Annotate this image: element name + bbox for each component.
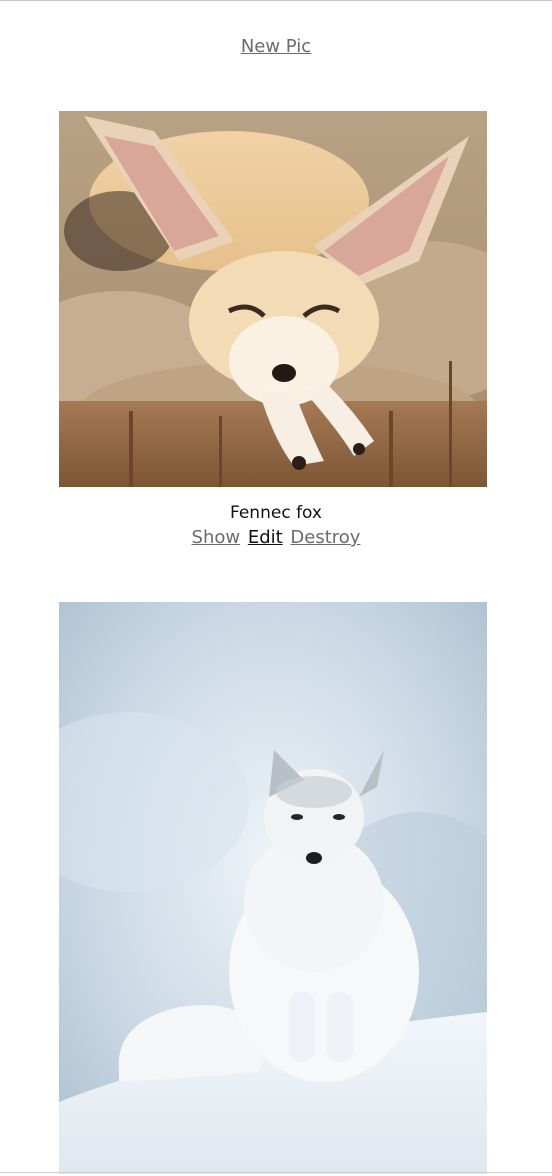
pics-index-page: New Pic Fennec fox Show Edit Destroy	[0, 0, 552, 1176]
bottom-divider	[0, 1172, 552, 1173]
arctic-fox-illustration	[59, 602, 487, 1174]
new-pic-link[interactable]: New Pic	[241, 36, 311, 57]
pic-image-fennec-fox	[59, 111, 487, 487]
pic-actions: Show Edit Destroy	[0, 527, 552, 548]
destroy-link[interactable]: Destroy	[290, 527, 360, 548]
fennec-fox-illustration	[59, 111, 487, 487]
pic-caption: Fennec fox	[230, 503, 322, 523]
edit-link[interactable]: Edit	[248, 527, 283, 548]
pic-image-arctic-fox	[59, 602, 487, 1174]
show-link[interactable]: Show	[192, 527, 241, 548]
new-pic-container: New Pic	[0, 36, 552, 57]
